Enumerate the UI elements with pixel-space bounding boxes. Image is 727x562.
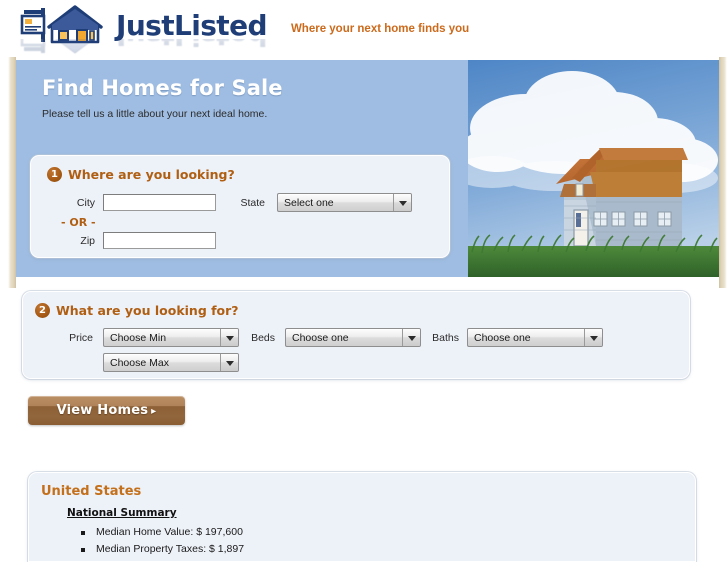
page-subtitle: Please tell us a little about your next … [42,108,268,120]
left-page-edge [8,57,16,288]
for-sale-sign-house-icon [14,4,114,46]
list-item: Median Home Value: $ 197,600 [81,524,244,541]
zip-input[interactable] [103,232,216,249]
state-select-value: Select one [284,196,334,209]
price-max-select[interactable]: Choose Max [103,353,239,372]
what-looking-for-panel: 2 What are you looking for? Price Choose… [22,291,690,379]
state-select[interactable]: Select one [277,193,412,212]
stats-region-title: United States [41,484,142,499]
site-logo[interactable]: JustListed Where your next home finds yo… [14,4,469,46]
chevron-down-icon [220,354,238,371]
what-panel-heading-text: What are you looking for? [56,303,239,318]
beds-value: Choose one [292,331,349,344]
beds-label: Beds [251,332,275,344]
site-header: JustListed Where your next home finds yo… [0,0,727,57]
caret-right-icon: ▸ [151,406,157,417]
stats-section-title[interactable]: National Summary [67,507,177,519]
step-number-badge: 2 [35,303,50,318]
step-number-badge: 1 [47,167,62,182]
brand-tagline: Where your next home finds you [290,23,470,35]
baths-label: Baths [432,332,459,344]
list-item: Median Property Taxes: $ 1,897 [81,541,244,558]
beds-select[interactable]: Choose one [285,328,421,347]
chevron-down-icon [584,329,602,346]
view-homes-label: View Homes [56,403,149,418]
national-stats-panel: United States National Summary Median Ho… [28,472,696,562]
brand-name: JustListed [116,8,268,42]
where-looking-panel: 1 Where are you looking? City - OR - Zip… [30,155,450,258]
view-homes-button[interactable]: View Homes ▸ [28,396,185,425]
where-panel-heading: 1 Where are you looking? [47,167,235,182]
chevron-down-icon [220,329,238,346]
price-min-value: Choose Min [110,331,167,344]
city-input[interactable] [103,194,216,211]
baths-value: Choose one [474,331,531,344]
what-panel-heading: 2 What are you looking for? [35,303,239,318]
stats-list: Median Home Value: $ 197,600 Median Prop… [81,524,244,558]
zip-label: Zip [80,235,95,247]
chevron-down-icon [402,329,420,346]
state-label: State [240,197,265,209]
or-separator: - OR - [61,216,96,229]
price-max-value: Choose Max [110,356,169,369]
city-label: City [76,197,95,209]
right-page-edge [719,57,727,288]
baths-select[interactable]: Choose one [467,328,603,347]
hero-house-photo [468,60,719,277]
price-min-select[interactable]: Choose Min [103,328,239,347]
chevron-down-icon [393,194,411,211]
where-panel-heading-text: Where are you looking? [68,167,235,182]
price-label: Price [69,332,93,344]
page-title: Find Homes for Sale [42,76,283,100]
